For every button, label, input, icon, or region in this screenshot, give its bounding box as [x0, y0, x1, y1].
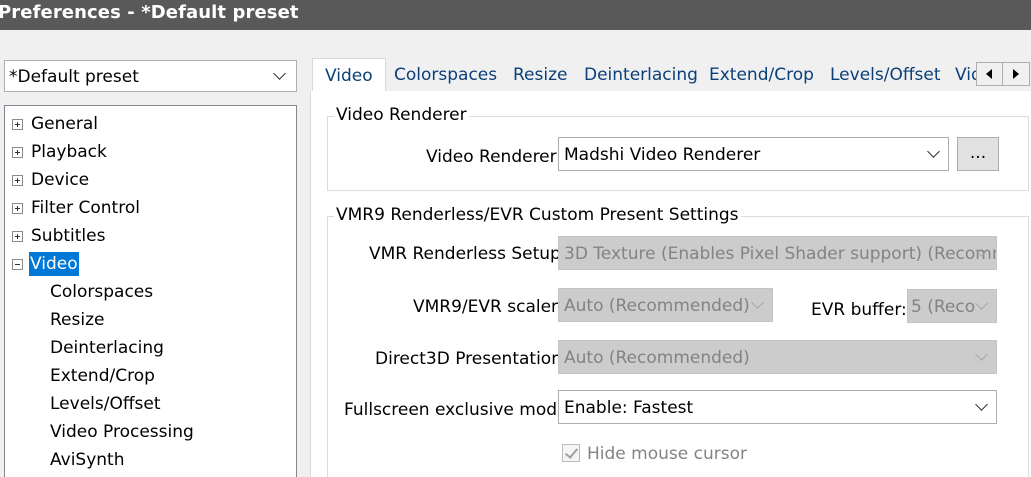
video-renderer-label: Video Renderer: [426, 147, 563, 167]
tree-item-label: Playback [31, 142, 107, 162]
settings-tree[interactable]: General Playback Device Filter Control S… [4, 105, 297, 477]
preset-select-value: *Default preset [9, 67, 139, 87]
title-bar: Preferences - *Default preset [0, 0, 1031, 30]
evr-buffer-value: 5 (Reco [911, 297, 976, 317]
expand-plus-icon[interactable] [12, 231, 23, 242]
evr-buffer-select[interactable]: 5 (Reco [907, 289, 997, 323]
evr-buffer-label: EVR buffer: [811, 300, 907, 320]
vmr9-evr-scaler-select[interactable]: Auto (Recommended) [558, 288, 773, 322]
tree-item-label: Filter Control [31, 198, 140, 218]
tab-video[interactable]: Video [312, 58, 386, 91]
expand-plus-icon[interactable] [12, 147, 23, 158]
chevron-down-icon [975, 297, 988, 310]
tab-resize[interactable]: Resize [513, 62, 567, 90]
direct3d-presentation-value: Auto (Recommended) [564, 348, 750, 368]
video-renderer-select[interactable]: Madshi Video Renderer [558, 137, 949, 171]
tab-scroll-right-button[interactable] [1003, 63, 1029, 85]
tree-item-label: AviSynth [50, 450, 125, 470]
fullscreen-exclusive-mode-value: Enable: Fastest [564, 398, 694, 418]
tree-item-label: Resize [50, 310, 105, 330]
tree-item-label: Extend/Crop [50, 366, 155, 386]
tree-item-label: Device [31, 170, 90, 190]
vmr-renderless-setup-value: 3D Texture (Enables Pixel Shader support… [564, 244, 997, 264]
vmr9-evr-scaler-value: Auto (Recommended) [564, 296, 750, 316]
vmr-renderless-setup-label: VMR Renderless Setup: [369, 244, 567, 264]
tree-item-label: Colorspaces [50, 282, 154, 302]
group-legend: VMR9 Renderless/EVR Custom Present Setti… [334, 205, 741, 225]
direct3d-presentation-label: Direct3D Presentation: [375, 349, 568, 369]
video-tab-panel: Video Renderer Video Renderer: Madshi Vi… [310, 91, 1031, 477]
tab-strip: Video Colorspaces Resize Deinterlacing E… [310, 58, 1031, 91]
expand-plus-icon[interactable] [12, 203, 23, 214]
expand-plus-icon[interactable] [12, 175, 23, 186]
chevron-down-icon [975, 348, 988, 361]
tab-extend-crop[interactable]: Extend/Crop [709, 62, 814, 90]
tab-scroll-left-button[interactable] [977, 63, 1003, 85]
tree-item-label: Video [29, 252, 79, 276]
group-legend: Video Renderer [334, 105, 469, 125]
hide-mouse-cursor-label: Hide mouse cursor [587, 444, 747, 464]
tab-colorspaces[interactable]: Colorspaces [394, 62, 497, 90]
tab-levels-offset[interactable]: Levels/Offset [830, 62, 941, 90]
hide-mouse-cursor-checkbox[interactable] [562, 444, 580, 462]
fullscreen-exclusive-mode-label: Fullscreen exclusive mode: [344, 400, 574, 420]
fullscreen-exclusive-mode-select[interactable]: Enable: Fastest [558, 390, 997, 424]
video-renderer-value: Madshi Video Renderer [564, 145, 761, 165]
renderer-settings-button[interactable]: ... [957, 137, 999, 171]
arrow-right-icon [1013, 69, 1019, 79]
tree-item-label: Video Processing [50, 422, 194, 442]
vmr-renderless-setup-select[interactable]: 3D Texture (Enables Pixel Shader support… [558, 236, 997, 270]
window-title: Preferences - *Default preset [0, 2, 299, 23]
direct3d-presentation-select[interactable]: Auto (Recommended) [558, 340, 997, 374]
tree-item-label: Subtitles [31, 226, 106, 246]
preset-select[interactable]: *Default preset [4, 60, 297, 92]
expand-plus-icon[interactable] [12, 119, 23, 130]
chevron-down-icon [751, 296, 764, 309]
arrow-left-icon [986, 69, 992, 79]
tree-item-label: Deinterlacing [50, 338, 164, 358]
chevron-down-icon [975, 398, 988, 411]
tab-scroll-buttons [976, 62, 1030, 86]
collapse-minus-icon[interactable] [12, 259, 23, 270]
vmr9-evr-scaler-label: VMR9/EVR scaler: [413, 297, 564, 317]
tree-item-label: General [31, 114, 98, 134]
chevron-down-icon [927, 145, 940, 158]
chevron-down-icon [273, 67, 286, 80]
tab-deinterlacing[interactable]: Deinterlacing [584, 62, 698, 90]
tree-item-label: Levels/Offset [50, 394, 161, 414]
